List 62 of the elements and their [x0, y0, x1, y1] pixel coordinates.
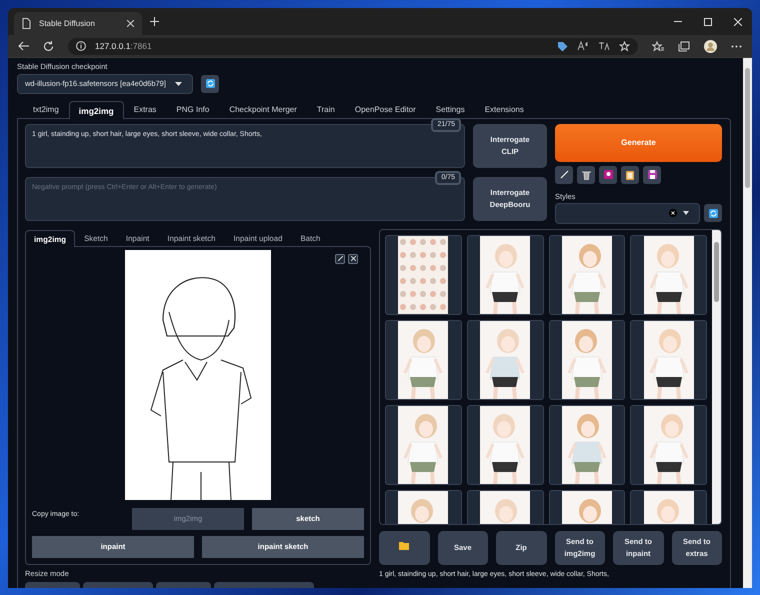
gallery-item[interactable]	[548, 234, 626, 315]
pencil-button[interactable]	[555, 166, 573, 184]
main-tab[interactable]: PNG Info	[166, 100, 220, 118]
refresh-icon	[708, 208, 718, 218]
gallery-item[interactable]	[385, 320, 462, 400]
trash-icon	[582, 170, 590, 180]
main-tab[interactable]: Extensions	[474, 100, 534, 118]
main-tab[interactable]: OpenPose Editor	[344, 100, 426, 118]
gallery-item[interactable]	[630, 234, 707, 315]
close-icon[interactable]	[734, 18, 742, 26]
line-icon	[560, 170, 568, 180]
main-tab[interactable]: Settings	[426, 100, 475, 118]
gallery-item[interactable]	[466, 320, 544, 400]
new-tab-icon[interactable]	[150, 17, 159, 26]
reload-icon[interactable]	[43, 40, 54, 52]
collections-icon[interactable]	[678, 40, 690, 52]
gallery-item[interactable]	[630, 404, 707, 485]
gallery-item[interactable]	[385, 404, 462, 485]
clear-icon[interactable]	[669, 209, 677, 218]
main-tab[interactable]: Train	[306, 100, 345, 118]
maximize-icon[interactable]	[704, 18, 712, 26]
caret-icon	[683, 211, 689, 216]
main-tab[interactable]: Checkpoint Merger	[219, 100, 307, 118]
edit-button[interactable]	[335, 254, 345, 264]
close-icon	[350, 256, 356, 262]
scrollbar[interactable]	[712, 230, 721, 524]
clipboard-icon	[626, 170, 634, 180]
caret-icon	[175, 82, 182, 86]
gallery-item[interactable]	[548, 320, 626, 400]
star-icon[interactable]	[619, 40, 630, 52]
refresh-icon	[206, 79, 214, 88]
gallery-item[interactable]	[630, 320, 707, 400]
tag-icon[interactable]	[557, 40, 568, 52]
clipboard-button[interactable]	[621, 166, 639, 184]
close-button[interactable]	[348, 254, 358, 264]
favorites-icon[interactable]	[652, 40, 664, 52]
translate-icon[interactable]	[598, 41, 610, 51]
page-icon	[22, 18, 31, 29]
gallery-item[interactable]	[385, 234, 462, 315]
back-icon[interactable]	[18, 41, 29, 51]
address-bar[interactable]: 127.0.0.1:7861	[68, 38, 638, 54]
trash-button[interactable]	[577, 166, 595, 184]
gallery-item[interactable]	[466, 234, 544, 315]
folder-icon	[399, 542, 410, 550]
scrollbar[interactable]	[743, 58, 752, 588]
more-icon[interactable]	[731, 44, 742, 48]
read-aloud-icon[interactable]	[577, 41, 589, 51]
pencil-icon	[338, 256, 342, 262]
profile-avatar-icon[interactable]	[704, 40, 717, 52]
main-tab[interactable]: Extras	[124, 100, 166, 118]
refresh-button[interactable]	[704, 204, 722, 222]
info-icon	[76, 41, 86, 51]
main-tab[interactable]: txt2img	[23, 100, 69, 118]
gallery-item[interactable]	[466, 404, 544, 485]
open-folder-button[interactable]	[379, 530, 430, 565]
browser-tab[interactable]: Stable Diffusion	[14, 12, 142, 35]
save-style-button[interactable]	[643, 166, 661, 184]
main-tab[interactable]: img2img	[68, 100, 124, 119]
refresh-button[interactable]	[201, 74, 219, 93]
card-icon	[604, 170, 612, 180]
gallery-item[interactable]	[548, 404, 626, 485]
close-icon[interactable]	[127, 20, 134, 27]
